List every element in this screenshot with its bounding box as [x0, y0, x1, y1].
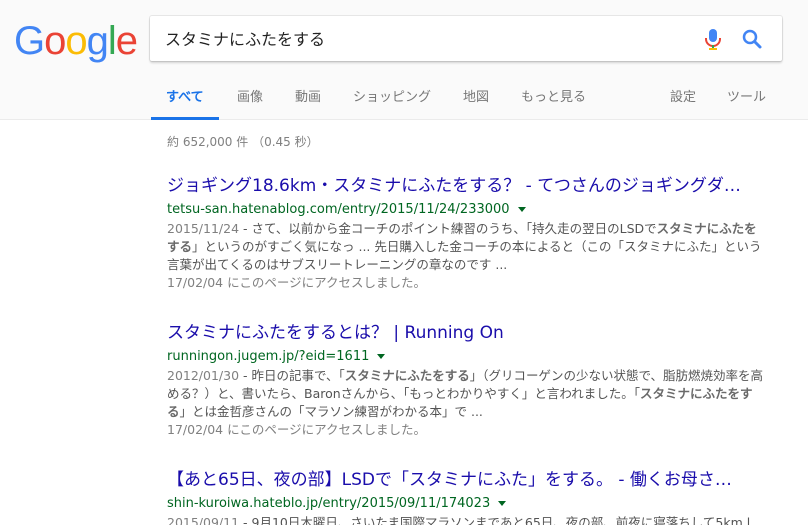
microphone-icon[interactable] [703, 28, 723, 50]
snippet-segment: - さて、以前から金コーチのポイント練習のうち、「持久走の翌日のLSDで [239, 221, 657, 236]
tab-shopping[interactable]: ショッピング [353, 88, 431, 120]
tab-maps[interactable]: 地図 [463, 88, 489, 120]
result-url-text: runningon.jugem.jp/?eid=1611 [167, 349, 370, 364]
result-stats: 約 652,000 件 （0.45 秒） [167, 135, 319, 149]
tab-settings[interactable]: 設定 [670, 88, 696, 120]
visited-note: 17/02/04 にこのページにアクセスしました。 [167, 422, 426, 437]
logo-letter: g [86, 19, 109, 63]
search-result: ジョギング18.6km・スタミナにふたをする？ - てつさんのジョギングダ… t… [167, 175, 767, 292]
result-snippet: 2015/09/11 - 9月10日木曜日、さいたま国際マラソンまであと65日、… [167, 514, 767, 525]
result-title-link[interactable]: ジョギング18.6km・スタミナにふたをする？ - てつさんのジョギングダ… [167, 175, 767, 197]
snippet-text: - さて、以前から金コーチのポイント練習のうち、「持久走の翌日のLSDでスタミナ… [167, 221, 762, 272]
visited-note: 17/02/04 にこのページにアクセスしました。 [167, 275, 426, 290]
result-url-text: shin-kuroiwa.hateblo.jp/entry/2015/09/11… [167, 496, 491, 511]
snippet-segment: - 昨日の記事で、「 [239, 368, 345, 383]
snippet-highlight: スタミナにふたをする [344, 368, 470, 383]
google-logo[interactable]: Google [14, 18, 138, 64]
search-tabs: すべて 画像 動画 ショッピング 地図 もっと見る 設定 ツール [0, 86, 808, 120]
logo-letter: o [44, 19, 66, 63]
logo-letter: o [65, 19, 87, 63]
logo-letter: l [107, 19, 117, 63]
snippet-text: - 昨日の記事で、「スタミナにふたをする」（グリコーゲンの少ない状態で、脂肪燃焼… [167, 368, 763, 419]
logo-letter: G [14, 19, 45, 63]
result-snippet: 2015/11/24 - さて、以前から金コーチのポイント練習のうち、「持久走の… [167, 220, 767, 274]
result-title-link[interactable]: 【あと65日、夜の部】LSDで「スタミナにふた」をする。 - 働くお母さ… [167, 469, 767, 491]
result-url: runningon.jugem.jp/?eid=1611 [167, 348, 767, 366]
result-url: tetsu-san.hatenablog.com/entry/2015/11/2… [167, 201, 767, 219]
dropdown-arrow-icon[interactable] [517, 207, 526, 212]
tab-images[interactable]: 画像 [237, 88, 263, 120]
search-result: スタミナにふたをするとは？ | Running On runningon.jug… [167, 322, 767, 439]
tab-tools[interactable]: ツール [727, 88, 766, 120]
search-icon[interactable] [740, 27, 764, 51]
search-result: 【あと65日、夜の部】LSDで「スタミナにふた」をする。 - 働くお母さ… sh… [167, 469, 767, 525]
snippet-segment: 」とは金哲彦さんの「マラソン練習がわかる本」で ... [179, 404, 483, 419]
dropdown-arrow-icon[interactable] [377, 354, 386, 359]
result-date: 2012/01/30 [167, 368, 240, 383]
result-date: 2015/11/24 [167, 221, 240, 236]
tab-all[interactable]: すべて [151, 88, 219, 120]
snippet-segment: - 9月10日木曜日、さいたま国際マラソンまであと65日、夜の部、前夜に寝落ちし… [239, 515, 763, 525]
result-url-text: tetsu-san.hatenablog.com/entry/2015/11/2… [167, 202, 510, 217]
tab-videos[interactable]: 動画 [295, 88, 321, 120]
snippet-text: - 9月10日木曜日、さいたま国際マラソンまであと65日、夜の部、前夜に寝落ちし… [239, 515, 763, 525]
result-title-link[interactable]: スタミナにふたをするとは？ | Running On [167, 322, 767, 344]
result-date: 2015/09/11 [167, 515, 240, 525]
search-box[interactable] [150, 16, 782, 61]
snippet-segment: 」というのがすごく気になっ ... 先日購入した金コーチの本によると（この「スタ… [167, 239, 762, 272]
logo-letter: e [115, 19, 138, 63]
result-url: shin-kuroiwa.hateblo.jp/entry/2015/09/11… [167, 495, 767, 513]
search-header: Google すべて 画像 動画 ショッピング 地図 もっと見る 設定 ツール [0, 0, 808, 120]
tab-more[interactable]: もっと見る [521, 88, 586, 120]
result-snippet: 2012/01/30 - 昨日の記事で、「スタミナにふたをする」（グリコーゲンの… [167, 367, 767, 421]
search-input[interactable] [165, 24, 685, 52]
dropdown-arrow-icon[interactable] [498, 501, 507, 506]
